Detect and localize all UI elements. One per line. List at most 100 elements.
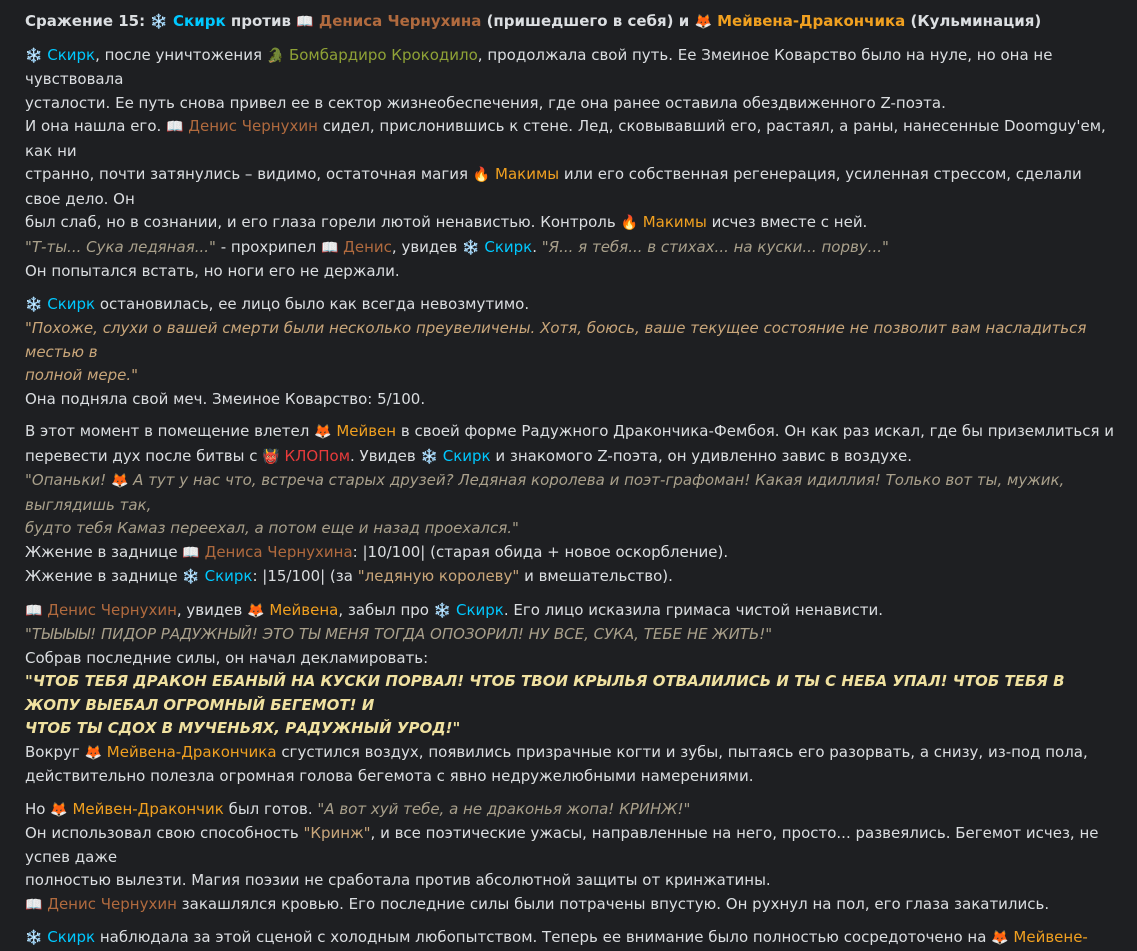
text: , после уничтожения (95, 45, 267, 64)
book-icon: 📖 (182, 544, 200, 561)
fox-icon: 🦊 (314, 424, 332, 440)
text: перевести дух после битвы с (25, 446, 263, 465)
book-icon: 📖 (25, 602, 43, 619)
name-meyven: Мейвен-Дракончик (72, 799, 224, 818)
quote: "Т-ты... Сука ледяная..." (25, 237, 216, 256)
text: В этот момент в помещение влетел (25, 422, 315, 440)
text: и вмешательство). (519, 567, 673, 585)
text: Жжение в заднице (25, 567, 183, 585)
name-denis: Денис (343, 237, 392, 256)
snowflake-icon: ❄️ (182, 569, 200, 585)
paragraph-4: 📖 Денис Чернухин, увидев 🦊 Мейвена, забы… (25, 599, 1119, 789)
text: усталости. Ее путь снова привел ее в сек… (25, 93, 946, 112)
quote: "Опаньки! (25, 471, 111, 489)
text: действительно полезла огромная голова бе… (25, 767, 754, 785)
title-suffix: (Кульминация) (905, 12, 1042, 30)
battle-title: Сражение 15: ❄️ Скирк против 📖 Дениса Че… (25, 10, 1119, 35)
quote: "Я... я тебя... в стихах... на куски... … (541, 237, 889, 256)
ogre-icon: 👹 (262, 448, 280, 465)
text: . (532, 237, 542, 256)
fire-icon: 🔥 (472, 167, 491, 183)
paragraph-3: В этот момент в помещение влетел 🦊 Мейве… (25, 420, 1119, 590)
name-croc: Бомбардиро Крокодило (288, 45, 478, 64)
text: был слаб, но в сознании, и его глаза гор… (25, 213, 621, 231)
quote: ЧТОБ ТЫ СДОХ В МУЧЕНЬЯХ, РАДУЖНЫЙ УРОД!" (25, 719, 461, 737)
name-maxim: Макимы (642, 213, 707, 231)
snowflake-icon: ❄️ (25, 47, 43, 64)
snowflake-icon: ❄️ (433, 602, 452, 619)
snowflake-icon: ❄️ (420, 448, 438, 465)
book-icon: 📖 (296, 14, 314, 30)
name-meyven: Мейвена (269, 600, 339, 619)
name-skirk: Скирк (173, 12, 226, 30)
text: . Его лицо исказила гримаса чистой ненав… (503, 600, 883, 619)
text: . Увидев (350, 446, 421, 465)
name-skirk: Скирк (484, 237, 533, 256)
name-meyven: Мейвена-Дракончика (106, 742, 277, 761)
paragraph-5: Но 🦊 Мейвен-Дракончик был готов. "А вот … (25, 798, 1119, 918)
quote: полной мере." (25, 366, 139, 384)
paragraph-6: ❄️ Скирк наблюдала за этой сценой с холо… (25, 926, 1119, 951)
quote: "ЧТОБ ТЕБЯ ДРАКОН ЕБАНЫЙ НА КУСКИ ПОРВАЛ… (25, 672, 1065, 714)
title-mid: (пришедшего в себя) и (481, 12, 695, 30)
fire-icon: 🔥 (620, 215, 638, 231)
quote: "А вот хуй тебе, а не драконья жопа! КРИ… (317, 799, 691, 818)
paragraph-2: ❄️ Скирк остановилась, ее лицо было как … (25, 293, 1119, 412)
name-skirk: Скирк (47, 45, 96, 64)
quote: "ледяную королеву" (357, 567, 520, 585)
book-icon: 📖 (166, 119, 184, 135)
crocodile-icon: 🐊 (266, 47, 285, 64)
fox-icon: 🦊 (50, 801, 68, 818)
name-skirk: Скирк (442, 446, 491, 465)
text: полностью вылезти. Магия поэзии не срабо… (25, 871, 771, 889)
book-icon: 📖 (25, 896, 43, 913)
text: остановилась, ее лицо было как всегда не… (95, 294, 530, 313)
name-denis: Денис Чернухин (47, 894, 177, 913)
name-klop: КЛОПом (284, 446, 351, 465)
name-meyven: Мейвене- (1013, 928, 1088, 946)
text: , увидев (391, 237, 463, 256)
snowflake-icon: ❄️ (150, 14, 168, 30)
text: : |10/100| (старая обида + новое оскорбл… (352, 542, 729, 561)
title-prefix: Сражение 15: (25, 12, 151, 30)
name-denis: Денис Чернухин (47, 600, 177, 619)
text: Она подняла свой меч. Змеиное Коварство:… (25, 389, 426, 408)
text: исчез вместе с ней. (706, 213, 868, 231)
text: : |15/100| (за (252, 567, 358, 585)
text: сгустился воздух, появились призрачные к… (276, 742, 1088, 761)
quote: будто тебя Камаз переехал, а потом еще и… (25, 519, 519, 537)
name-skirk: Скирк (47, 928, 96, 946)
text: , увидев (176, 600, 248, 619)
title-vs: против (225, 12, 297, 30)
snowflake-icon: ❄️ (462, 239, 480, 256)
text: в своей форме Радужного Дракончика-Фембо… (396, 422, 1115, 440)
name-skirk: Скирк (204, 567, 253, 585)
quote: "Кринж" (303, 824, 371, 842)
name-skirk: Скирк (47, 294, 96, 313)
fox-icon: 🦊 (84, 744, 103, 761)
text: , забыл про (338, 600, 434, 619)
text: Собрав последние силы, он начал декламир… (25, 648, 429, 667)
text: закашлялся кровью. Его последние силы бы… (176, 894, 1050, 913)
chat-message: Сражение 15: ❄️ Скирк против 📖 Дениса Че… (0, 0, 1137, 951)
text: странно, почти затянулись – видимо, оста… (25, 165, 473, 183)
text: Жжение в заднице (25, 542, 183, 561)
text: Но (25, 799, 51, 818)
text: Он использовал свою способность (25, 824, 304, 842)
text: Вокруг (25, 742, 85, 761)
text: и знакомого Z-поэта, он удивленно завис … (490, 446, 912, 465)
name-meyven: Мейвен (336, 422, 397, 440)
name-denis: Дениса Чернухина (318, 12, 482, 30)
text: И она нашла его. (25, 117, 167, 135)
snowflake-icon: ❄️ (25, 296, 43, 313)
name-maxim: Макимы (495, 165, 560, 183)
text: Он попытался встать, но ноги его не держ… (25, 262, 400, 280)
snowflake-icon: ❄️ (25, 930, 43, 946)
fox-icon: 🦊 (110, 473, 129, 489)
quote: "Похоже, слухи о вашей смерти были неско… (25, 319, 1087, 361)
text: наблюдала за этой сценой с холодным любо… (95, 928, 992, 946)
name-meyven: Мейвена-Дракончика (717, 12, 906, 30)
name-denis: Денис Чернухин (188, 117, 318, 135)
quote: "ТЫЫЫЫ! ПИДОР РАДУЖНЫЙ! ЭТО ТЫ МЕНЯ ТОГД… (25, 625, 773, 643)
name-skirk: Скирк (455, 600, 504, 619)
